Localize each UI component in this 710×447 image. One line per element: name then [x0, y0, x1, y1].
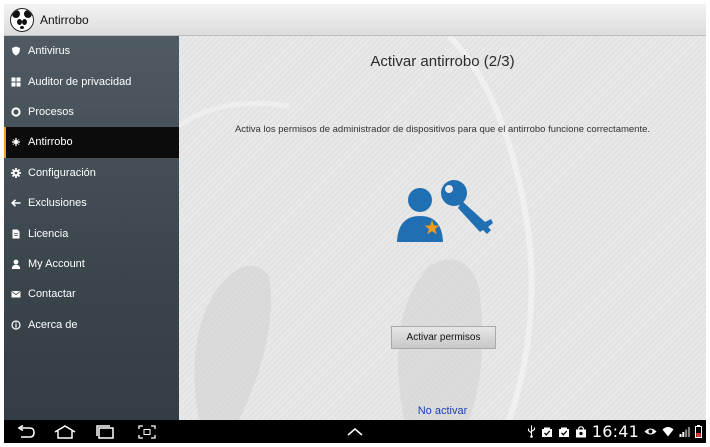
device-admin-illustration-icon [397, 180, 493, 242]
circle-icon [11, 107, 21, 117]
sidebar-item-antivirus[interactable]: Antivirus [4, 36, 179, 66]
eye-icon [644, 427, 657, 436]
sidebar-item-about[interactable]: Acerca de [4, 310, 179, 340]
wifi-icon [662, 426, 674, 437]
sidebar-item-label: Antivirus [28, 45, 71, 58]
gear-icon [11, 167, 21, 178]
tablet-screen: Antirrobo Antivirus Auditor de privacida… [4, 4, 706, 443]
sidebar-item-contact[interactable]: Contactar [4, 279, 179, 309]
usb-icon [527, 425, 536, 438]
system-bar: 16:41 [4, 420, 706, 443]
sidebar-item-processes[interactable]: Procesos [4, 97, 179, 127]
sidebar-item-label: Antirrobo [28, 136, 73, 149]
sidebar-item-antitheft[interactable]: Antirrobo [4, 127, 179, 158]
sidebar-item-my-account[interactable]: My Account [4, 249, 179, 279]
sidebar-item-label: Acerca de [28, 318, 78, 331]
instruction-text: Activa los permisos de administrador de … [234, 124, 651, 135]
document-icon [11, 229, 21, 239]
store-icon [575, 425, 587, 438]
sidebar-item-label: Exclusiones [28, 197, 87, 210]
panda-logo-icon[interactable] [10, 7, 34, 32]
status-area: 16:41 [527, 420, 702, 443]
info-icon [11, 320, 21, 330]
do-not-activate-link[interactable]: No activar [179, 405, 706, 417]
arrow-left-icon [11, 198, 21, 208]
clock: 16:41 [591, 422, 639, 441]
sidebar-item-label: Licencia [28, 227, 69, 240]
signal-icon [679, 426, 690, 437]
main-content: Activar antirrobo (2/3) Activa los permi… [179, 36, 706, 420]
antitheft-icon [11, 137, 21, 147]
sidebar: Antivirus Auditor de privacidad Procesos… [4, 36, 179, 420]
sidebar-item-privacy-auditor[interactable]: Auditor de privacidad [4, 66, 179, 96]
battery-icon [695, 425, 702, 438]
sidebar-item-exclusions[interactable]: Exclusiones [4, 188, 179, 218]
action-bar: Antirrobo [4, 4, 706, 36]
sidebar-item-label: My Account [28, 257, 85, 270]
recent-apps-icon[interactable] [94, 423, 116, 440]
grid-icon [11, 77, 21, 87]
sidebar-item-settings[interactable]: Configuración [4, 158, 179, 188]
chevron-up-icon[interactable] [344, 423, 366, 440]
activate-permissions-button[interactable]: Activar permisos [391, 326, 496, 349]
sidebar-item-label: Auditor de privacidad [28, 75, 132, 88]
sidebar-item-label: Contactar [28, 288, 76, 301]
notification-check-icon [558, 426, 570, 438]
person-icon [11, 259, 21, 269]
sidebar-item-label: Procesos [28, 105, 74, 118]
back-icon[interactable] [14, 423, 38, 440]
shield-icon [11, 46, 21, 56]
notification-check-icon [541, 426, 553, 438]
sidebar-item-label: Configuración [28, 166, 96, 179]
mail-icon [11, 289, 21, 299]
screenshot-icon[interactable] [136, 423, 158, 440]
page-title: Activar antirrobo (2/3) [370, 53, 515, 70]
sidebar-item-license[interactable]: Licencia [4, 218, 179, 248]
home-icon[interactable] [52, 423, 78, 440]
app-title: Antirrobo [40, 12, 89, 27]
